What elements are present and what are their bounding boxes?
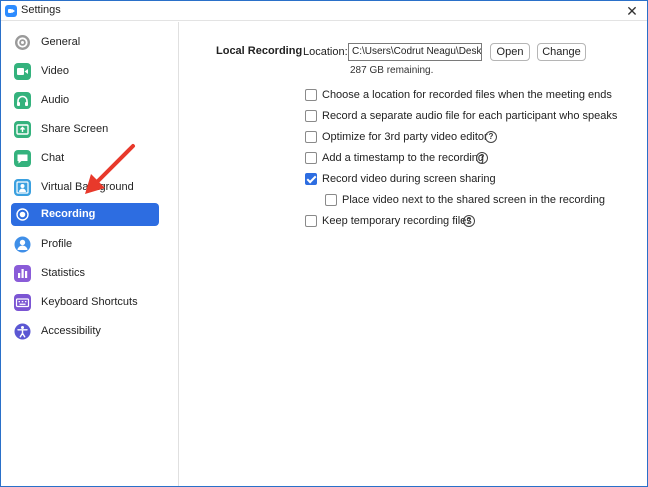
- checkbox[interactable]: [325, 194, 337, 206]
- option-label: Keep temporary recording files: [322, 215, 472, 227]
- sidebar-item-label: Recording: [41, 208, 96, 220]
- option-label: Add a timestamp to the recording: [322, 152, 485, 164]
- gear-icon: [14, 34, 31, 51]
- sidebar-item-label: Share Screen: [41, 123, 109, 135]
- checkbox[interactable]: [305, 110, 317, 122]
- sidebar-item-video[interactable]: Video: [11, 60, 159, 83]
- storage-remaining: 287 GB remaining.: [350, 65, 434, 76]
- change-button[interactable]: Change: [537, 43, 586, 61]
- record-icon: [14, 206, 31, 223]
- keyboard-icon: [14, 294, 31, 311]
- sidebar-item-label: Profile: [41, 238, 73, 250]
- sidebar-item-label: Keyboard Shortcuts: [41, 296, 138, 308]
- option-label: Optimize for 3rd party video editor: [322, 131, 488, 143]
- help-icon[interactable]: ?: [485, 131, 497, 143]
- checkbox[interactable]: [305, 131, 317, 143]
- sidebar-item-general[interactable]: General: [11, 31, 159, 54]
- location-path-field[interactable]: C:\Users\Codrut Neagu\Desktop: [348, 43, 482, 61]
- person-icon: [14, 179, 31, 196]
- location-label: Location:: [303, 46, 348, 58]
- sidebar-item-label: Accessibility: [41, 325, 101, 337]
- sidebar-item-label: Video: [41, 65, 69, 77]
- settings-window: Settings ✕ General Video Audio Share Scr…: [0, 0, 648, 487]
- zoom-app-icon: [5, 5, 17, 17]
- option-label: Place video next to the shared screen in…: [342, 194, 605, 206]
- sidebar-item-label: General: [41, 36, 81, 48]
- section-title: Local Recording: [216, 45, 303, 57]
- accessibility-icon: [14, 323, 31, 340]
- sidebar-item-label: Statistics: [41, 267, 86, 279]
- title-bar: Settings ✕: [1, 1, 647, 21]
- option-label: Choose a location for recorded files whe…: [322, 89, 612, 101]
- option-label: Record video during screen sharing: [322, 173, 496, 185]
- settings-sidebar: General Video Audio Share Screen Chat Vi…: [1, 22, 179, 486]
- sidebar-item-keyboard-shortcuts[interactable]: Keyboard Shortcuts: [11, 291, 159, 314]
- bar-chart-icon: [14, 265, 31, 282]
- headphones-icon: [14, 92, 31, 109]
- window-title: Settings: [21, 4, 61, 16]
- video-icon: [14, 63, 31, 80]
- sidebar-item-label: Audio: [41, 94, 70, 106]
- sidebar-item-virtual-background[interactable]: Virtual Background: [11, 176, 159, 199]
- sidebar-item-label: Chat: [41, 152, 65, 164]
- sidebar-item-label: Virtual Background: [41, 181, 134, 193]
- close-button[interactable]: ✕: [619, 1, 645, 21]
- recording-settings-panel: Local Recording Location: C:\Users\Codru…: [180, 22, 647, 486]
- share-screen-icon: [14, 121, 31, 138]
- option-label: Record a separate audio file for each pa…: [322, 110, 618, 122]
- checkbox[interactable]: [305, 89, 317, 101]
- help-icon[interactable]: ?: [463, 215, 475, 227]
- profile-icon: [14, 236, 31, 253]
- sidebar-item-statistics[interactable]: Statistics: [11, 262, 159, 285]
- sidebar-item-share-screen[interactable]: Share Screen: [11, 118, 159, 141]
- sidebar-item-chat[interactable]: Chat: [11, 147, 159, 170]
- checkbox-checked[interactable]: [305, 173, 317, 185]
- sidebar-item-audio[interactable]: Audio: [11, 89, 159, 112]
- chat-icon: [14, 150, 31, 167]
- checkbox[interactable]: [305, 215, 317, 227]
- sidebar-item-profile[interactable]: Profile: [11, 233, 159, 256]
- checkbox[interactable]: [305, 152, 317, 164]
- open-button[interactable]: Open: [490, 43, 530, 61]
- sidebar-item-recording[interactable]: Recording: [11, 203, 159, 226]
- help-icon[interactable]: ?: [476, 152, 488, 164]
- sidebar-item-accessibility[interactable]: Accessibility: [11, 320, 159, 343]
